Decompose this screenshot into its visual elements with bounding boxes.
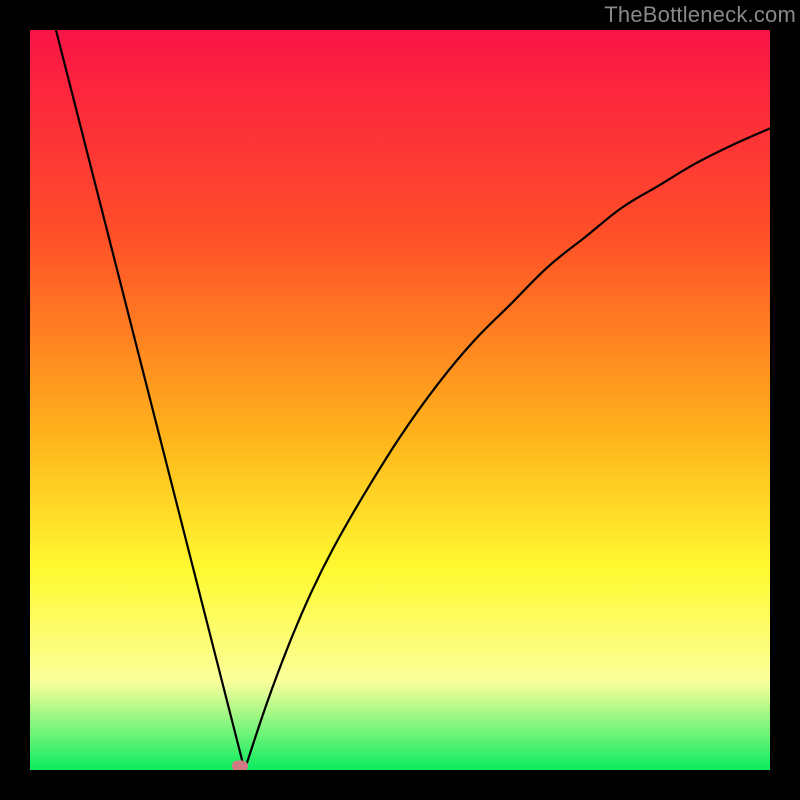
watermark-text: TheBottleneck.com xyxy=(604,2,796,28)
bottleneck-curve xyxy=(30,30,770,770)
plot-area xyxy=(30,30,770,770)
optimum-marker xyxy=(232,761,248,770)
chart-frame: TheBottleneck.com xyxy=(0,0,800,800)
